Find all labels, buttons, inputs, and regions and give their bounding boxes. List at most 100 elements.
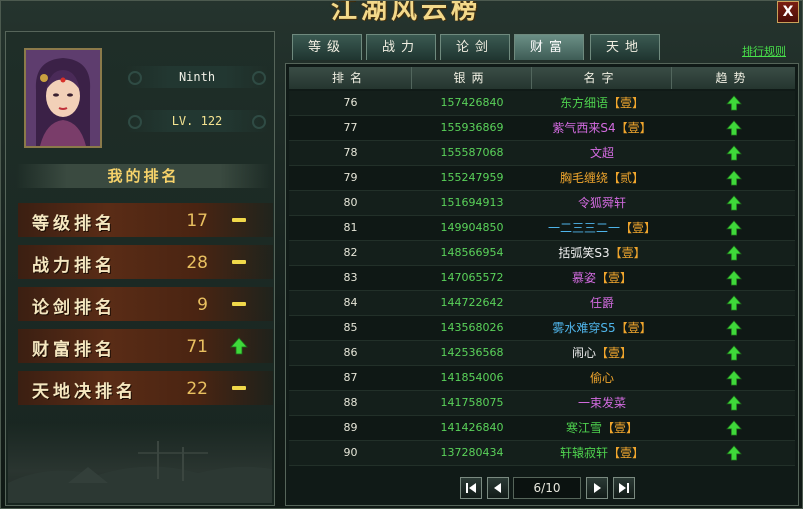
- trend-cell: [672, 141, 795, 165]
- my-rank-wealth: 财富排名 71: [18, 329, 273, 363]
- page-indicator: 6/10: [513, 477, 581, 499]
- no-change-icon: [232, 218, 246, 222]
- rank-cell: 88: [343, 396, 358, 409]
- table-row[interactable]: 77 155936869 紫气西来S4【壹】: [289, 116, 795, 141]
- up-arrow-icon: [725, 370, 742, 386]
- name-cell: 轩辕寂轩【壹】: [532, 441, 672, 465]
- guild-tag: 【壹】: [615, 321, 652, 335]
- table-row[interactable]: 85 143568026 雾水难穿S5【壹】: [289, 316, 795, 341]
- last-page-icon[interactable]: [613, 477, 635, 499]
- money-cell: 143568026: [440, 321, 504, 334]
- table-row[interactable]: 88 141758075 一束发菜: [289, 391, 795, 416]
- money-cell: 148566954: [440, 246, 504, 259]
- first-page-icon[interactable]: [460, 477, 482, 499]
- trend-cell: [672, 291, 795, 315]
- money-cell: 151694913: [440, 196, 504, 209]
- player-name-text[interactable]: 东方细语: [560, 96, 608, 110]
- table-row[interactable]: 76 157426840 东方细语【壹】: [289, 91, 795, 116]
- player-name-text[interactable]: 一束发菜: [578, 396, 626, 410]
- rank-label: 论剑排名: [32, 298, 116, 318]
- no-change-icon: [232, 386, 246, 390]
- next-page-icon[interactable]: [586, 477, 608, 499]
- table-row[interactable]: 83 147065572 慕姿【壹】: [289, 266, 795, 291]
- money-cell: 147065572: [440, 271, 504, 284]
- tab-tiandi[interactable]: 天地: [590, 34, 660, 60]
- table-row[interactable]: 89 141426840 寒江雪【壹】: [289, 416, 795, 441]
- no-change-icon: [232, 260, 246, 264]
- money-cell: 155936869: [440, 121, 504, 134]
- background-scenery: [8, 423, 272, 503]
- up-arrow-icon: [725, 420, 742, 436]
- rank-label: 战力排名: [32, 256, 116, 276]
- window-title: 江湖风云榜: [330, 1, 481, 21]
- player-name-text[interactable]: 紫气西来S4: [552, 121, 615, 135]
- money-cell: 149904850: [440, 221, 504, 234]
- rank-cell: 82: [343, 246, 358, 259]
- player-name-text[interactable]: 令狐舜轩: [578, 196, 626, 210]
- player-name-text[interactable]: 偷心: [590, 371, 614, 385]
- table-header: 排名 银两 名字 趋势: [289, 67, 795, 89]
- ranking-rules-link[interactable]: 排行规则: [742, 43, 786, 59]
- trend-cell: [672, 441, 795, 465]
- player-name-text[interactable]: 慕姿: [572, 271, 596, 285]
- money-cell: 155587068: [440, 146, 504, 159]
- tab-duel[interactable]: 论剑: [440, 34, 510, 60]
- money-cell: 155247959: [440, 171, 504, 184]
- player-name-text[interactable]: 闹心: [572, 346, 596, 360]
- up-arrow-icon: [725, 295, 742, 311]
- rank-cell: 78: [343, 146, 358, 159]
- table-row[interactable]: 79 155247959 胸毛缠绕【贰】: [289, 166, 795, 191]
- guild-tag: 【壹】: [609, 246, 646, 260]
- guild-tag: 【壹】: [615, 121, 652, 135]
- trend-cell: [672, 266, 795, 290]
- table-row[interactable]: 81 149904850 一二三三二一【壹】: [289, 216, 795, 241]
- up-arrow-icon: [725, 245, 742, 261]
- swirl-ornament-icon: [252, 71, 266, 85]
- prev-page-icon[interactable]: [487, 477, 509, 499]
- rank-cell: 79: [343, 171, 358, 184]
- my-rank-header: 我的排名: [16, 164, 271, 188]
- close-button[interactable]: X: [777, 1, 799, 23]
- player-name-text[interactable]: 一二三三二一: [548, 221, 620, 235]
- player-name-text[interactable]: 胸毛缠绕: [560, 171, 608, 185]
- money-cell: 141426840: [440, 421, 504, 434]
- table-row[interactable]: 84 144722642 任爵: [289, 291, 795, 316]
- player-name-text[interactable]: 文超: [590, 146, 614, 160]
- trend-cell: [672, 391, 795, 415]
- header-name: 名字: [532, 67, 672, 89]
- player-level: LV. 122: [171, 114, 223, 128]
- guild-tag: 【壹】: [608, 96, 645, 110]
- up-arrow-icon: [725, 220, 742, 236]
- guild-tag: 【贰】: [608, 171, 645, 185]
- name-cell: 文超: [532, 141, 672, 165]
- rank-value: 17: [186, 211, 208, 231]
- table-row[interactable]: 86 142536568 闹心【壹】: [289, 341, 795, 366]
- player-name-text[interactable]: 轩辕寂轩: [560, 446, 608, 460]
- name-cell: 寒江雪【壹】: [532, 416, 672, 440]
- player-name-text[interactable]: 任爵: [590, 296, 614, 310]
- tab-power[interactable]: 战力: [366, 34, 436, 60]
- player-name-text[interactable]: 寒江雪: [566, 421, 602, 435]
- table-row[interactable]: 80 151694913 令狐舜轩: [289, 191, 795, 216]
- name-cell: 任爵: [532, 291, 672, 315]
- tab-wealth[interactable]: 财富: [514, 34, 584, 60]
- up-arrow-icon: [725, 345, 742, 361]
- trend-cell: [672, 216, 795, 240]
- table-row[interactable]: 78 155587068 文超: [289, 141, 795, 166]
- name-cell: 偷心: [532, 366, 672, 390]
- tab-level[interactable]: 等级: [292, 34, 362, 60]
- swirl-ornament-icon: [252, 115, 266, 129]
- name-cell: 慕姿【壹】: [532, 266, 672, 290]
- up-arrow-icon: [725, 95, 742, 111]
- table-row[interactable]: 90 137280434 轩辕寂轩【壹】: [289, 441, 795, 466]
- trend-cell: [672, 191, 795, 215]
- rank-value: 28: [186, 253, 208, 273]
- trend-cell: [672, 116, 795, 140]
- player-name-text[interactable]: 雾水难穿S5: [552, 321, 615, 335]
- table-row[interactable]: 87 141854006 偷心: [289, 366, 795, 391]
- rank-cell: 85: [343, 321, 358, 334]
- trend-cell: [672, 241, 795, 265]
- player-name-text[interactable]: 括弧笑S3: [558, 246, 609, 260]
- table-row[interactable]: 82 148566954 括弧笑S3【壹】: [289, 241, 795, 266]
- name-cell: 紫气西来S4【壹】: [532, 116, 672, 140]
